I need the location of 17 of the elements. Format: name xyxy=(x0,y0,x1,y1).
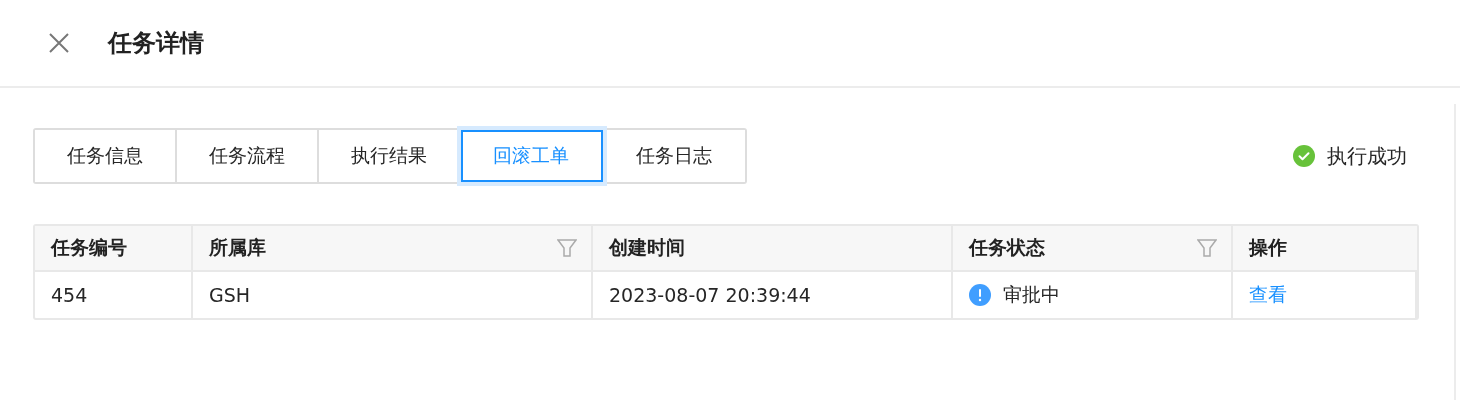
column-title: 任务状态 xyxy=(969,235,1045,260)
close-icon[interactable] xyxy=(47,31,71,55)
filter-icon[interactable] xyxy=(1197,238,1217,258)
table-cell: 454 xyxy=(35,272,193,318)
table-cell: 2023-08-07 20:39:44 xyxy=(593,272,953,318)
exclamation-circle-icon xyxy=(969,284,991,306)
column-title: 任务编号 xyxy=(51,235,127,260)
column-title: 操作 xyxy=(1249,235,1287,260)
column-title: 创建时间 xyxy=(609,235,685,260)
result-status: 执行成功 xyxy=(1327,142,1407,170)
dialog-title: 任务详情 xyxy=(108,28,204,59)
filter-icon[interactable] xyxy=(557,238,577,258)
table-cell: GSH xyxy=(193,272,593,318)
column-title: 所属库 xyxy=(209,235,266,260)
tab[interactable]: 任务信息 xyxy=(35,130,177,182)
check-circle-icon xyxy=(1293,145,1315,167)
status-text: 审批中 xyxy=(1003,282,1060,307)
